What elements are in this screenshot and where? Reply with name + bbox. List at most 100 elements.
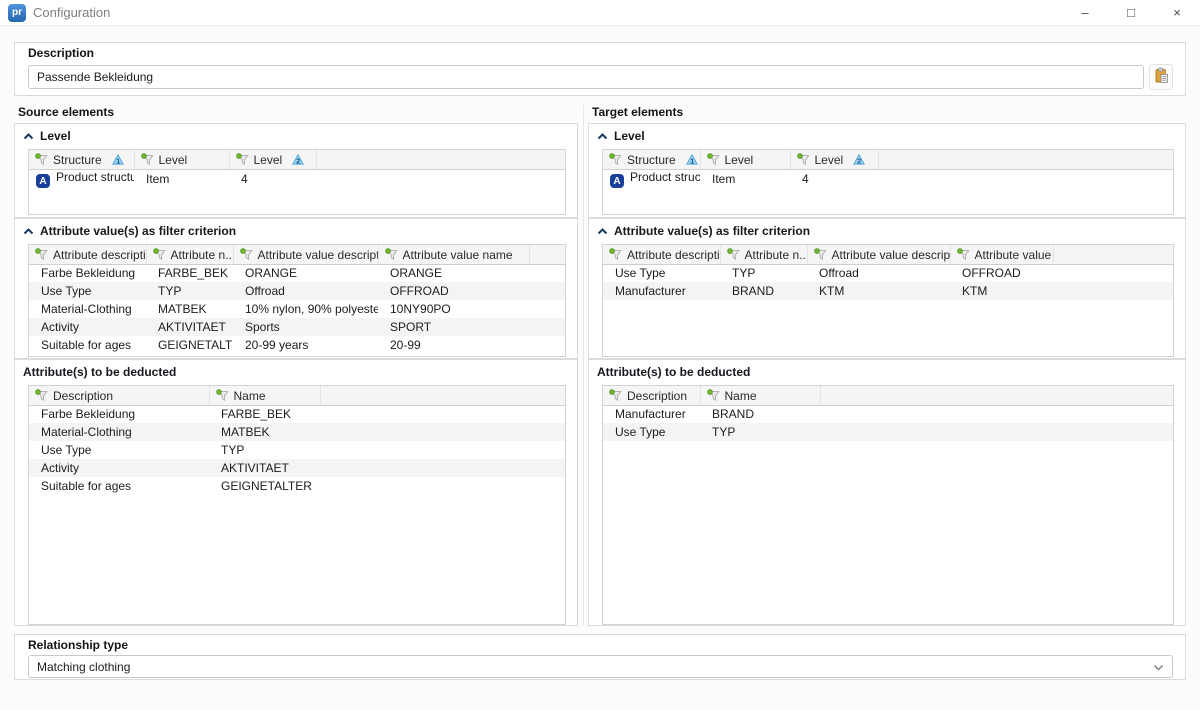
table-cell: ORANGE: [378, 264, 529, 282]
table-row[interactable]: Suitable for agesGEIGNETALTER: [29, 477, 565, 495]
column-header-level[interactable]: Level2: [229, 150, 316, 169]
target-elements-label: Target elements: [592, 105, 1186, 123]
filter-funnel-icon: [153, 248, 167, 261]
column-header-name[interactable]: Name: [700, 386, 820, 405]
paste-button[interactable]: [1149, 64, 1173, 90]
table-cell: AProduct structure: [29, 169, 134, 188]
table-cell: GEIGNETALTER: [146, 336, 233, 354]
collapse-chevron-up-icon[interactable]: [23, 133, 34, 140]
target-level-table[interactable]: Structure1LevelLevel2AProduct structureI…: [603, 150, 1173, 188]
table-cell: AKTIVITAET: [209, 459, 320, 477]
table-cell: TYP: [720, 264, 807, 282]
window-controls: – □ ×: [1062, 0, 1200, 26]
target-deducted-table[interactable]: DescriptionNameManufacturerBRANDUse Type…: [603, 386, 1173, 441]
filter-funnel-icon: [727, 248, 741, 261]
svg-text:1: 1: [690, 157, 694, 165]
table-row[interactable]: Use TypeTYPOffroadOFFROAD: [29, 282, 565, 300]
clipboard-paste-icon: [1153, 67, 1170, 87]
table-row[interactable]: Farbe BekleidungFARBE_BEK: [29, 405, 565, 423]
column-header-level[interactable]: Level: [134, 150, 229, 169]
close-button[interactable]: ×: [1154, 0, 1200, 26]
column-header-attribute-value-name[interactable]: Attribute value name: [378, 245, 529, 264]
column-header-attribute-description[interactable]: Attribute description: [603, 245, 720, 264]
table-cell: Material-Clothing: [29, 300, 146, 318]
column-header-structure[interactable]: Structure1: [29, 150, 134, 169]
description-input[interactable]: [28, 65, 1144, 89]
section-title: Attribute(s) to be deducted: [597, 365, 750, 379]
table-row[interactable]: Material-ClothingMATBEK10% nylon, 90% po…: [29, 300, 565, 318]
column-header-attribute-n-[interactable]: Attribute n...: [146, 245, 233, 264]
target-deducted-section-header: Attribute(s) to be deducted: [589, 360, 1185, 382]
sort-order-icon: 1: [686, 154, 698, 165]
column-header-structure[interactable]: Structure1: [603, 150, 700, 169]
column-header-attribute-n-[interactable]: Attribute n...: [720, 245, 807, 264]
source-filter-table[interactable]: Attribute descriptionAttribute n...Attri…: [29, 245, 565, 354]
column-header-name[interactable]: Name: [209, 386, 320, 405]
table-cell: Material-Clothing: [29, 423, 209, 441]
table-cell: Suitable for ages: [29, 336, 146, 354]
column-header-attribute-value-description[interactable]: Attribute value description: [807, 245, 950, 264]
table-cell: KTM: [807, 282, 950, 300]
table-cell: Manufacturer: [603, 282, 720, 300]
table-row[interactable]: AProduct structureItem4: [29, 169, 565, 188]
minimize-button[interactable]: –: [1062, 0, 1108, 26]
column-header-attribute-description[interactable]: Attribute description: [29, 245, 146, 264]
column-header-level[interactable]: Level2: [790, 150, 878, 169]
table-row[interactable]: Material-ClothingMATBEK: [29, 423, 565, 441]
table-cell-filler: [529, 264, 565, 282]
table-cell: 4: [229, 169, 316, 188]
description-label: Description: [28, 46, 1173, 60]
table-row[interactable]: ActivityAKTIVITAETSportsSPORT: [29, 318, 565, 336]
target-level-section-header[interactable]: Level: [589, 124, 1185, 146]
relationship-type-select[interactable]: Matching clothing: [28, 655, 1173, 678]
table-cell-filler: [320, 441, 565, 459]
section-title: Level: [40, 129, 71, 143]
collapse-chevron-up-icon[interactable]: [597, 228, 608, 235]
table-cell: Offroad: [233, 282, 378, 300]
collapse-chevron-up-icon[interactable]: [23, 228, 34, 235]
source-level-table[interactable]: Structure1LevelLevel2AProduct structureI…: [29, 150, 565, 188]
column-header-description[interactable]: Description: [603, 386, 700, 405]
attribute-type-icon: A: [36, 174, 50, 188]
table-cell: Use Type: [603, 423, 700, 441]
source-filter-section-header[interactable]: Attribute value(s) as filter criterion: [15, 219, 577, 241]
filter-funnel-icon: [385, 248, 399, 261]
table-row[interactable]: Use TypeTYP: [603, 423, 1173, 441]
table-row[interactable]: Farbe BekleidungFARBE_BEKORANGEORANGE: [29, 264, 565, 282]
table-cell-filler: [820, 405, 1173, 423]
filter-funnel-icon: [609, 153, 623, 166]
table-cell: Use Type: [603, 264, 720, 282]
column-splitter[interactable]: [583, 105, 584, 626]
column-header-description[interactable]: Description: [29, 386, 209, 405]
target-filter-section-header[interactable]: Attribute value(s) as filter criterion: [589, 219, 1185, 241]
filter-funnel-icon: [797, 153, 811, 166]
source-level-section-header[interactable]: Level: [15, 124, 577, 146]
table-row[interactable]: AProduct structureItem4: [603, 169, 1173, 188]
table-row[interactable]: ManufacturerBRAND: [603, 405, 1173, 423]
column-header-level[interactable]: Level: [700, 150, 790, 169]
column-header-attribute-value-description[interactable]: Attribute value description: [233, 245, 378, 264]
collapse-chevron-up-icon[interactable]: [597, 133, 608, 140]
target-level-section: Level Structure1LevelLevel2AProduct stru…: [588, 123, 1186, 218]
table-row[interactable]: Use TypeTYP: [29, 441, 565, 459]
filter-funnel-icon: [141, 153, 155, 166]
table-row[interactable]: Suitable for agesGEIGNETALTER20-99 years…: [29, 336, 565, 354]
table-cell: Farbe Bekleidung: [29, 405, 209, 423]
table-cell: 10% nylon, 90% polyester: [233, 300, 378, 318]
table-row[interactable]: ManufacturerBRANDKTMKTM: [603, 282, 1173, 300]
filter-funnel-icon: [814, 248, 828, 261]
target-filter-table[interactable]: Attribute descriptionAttribute n...Attri…: [603, 245, 1173, 300]
table-row[interactable]: Use TypeTYPOffroadOFFROAD: [603, 264, 1173, 282]
table-cell: AKTIVITAET: [146, 318, 233, 336]
table-cell-filler: [320, 477, 565, 495]
column-header-filler: [820, 386, 1173, 405]
filter-funnel-icon: [240, 248, 254, 261]
column-header-attribute-value-n-[interactable]: Attribute value n...: [950, 245, 1053, 264]
svg-text:2: 2: [296, 157, 300, 165]
source-deducted-table[interactable]: DescriptionNameFarbe BekleidungFARBE_BEK…: [29, 386, 565, 495]
table-row[interactable]: ActivityAKTIVITAET: [29, 459, 565, 477]
table-cell: KTM: [950, 282, 1053, 300]
maximize-button[interactable]: □: [1108, 0, 1154, 26]
sort-order-icon: 1: [112, 154, 124, 165]
table-cell-filler: [529, 336, 565, 354]
